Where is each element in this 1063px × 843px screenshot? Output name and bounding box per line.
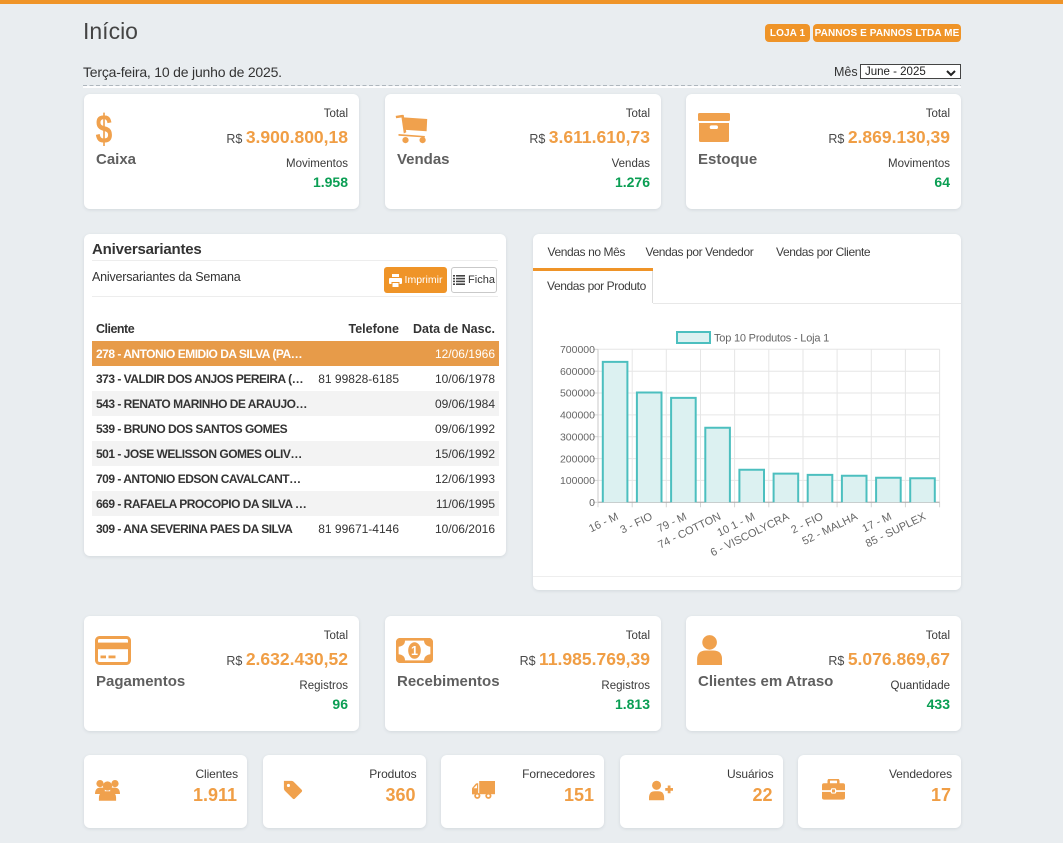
- svg-text:300000: 300000: [560, 431, 595, 443]
- svg-text:500000: 500000: [560, 388, 595, 400]
- svg-text:16 - M: 16 - M: [587, 511, 620, 535]
- svg-text:1: 1: [411, 644, 418, 658]
- svg-text:$: $: [96, 109, 113, 149]
- svg-text:3 - FIO: 3 - FIO: [618, 511, 654, 537]
- svg-text:400000: 400000: [560, 410, 595, 422]
- svg-text:200000: 200000: [560, 453, 595, 465]
- svg-text:600000: 600000: [560, 366, 595, 378]
- svg-text:100000: 100000: [560, 475, 595, 487]
- svg-text:Top 10 Produtos - Loja 1: Top 10 Produtos - Loja 1: [714, 333, 829, 345]
- svg-text:0: 0: [589, 497, 595, 509]
- svg-text:700000: 700000: [560, 344, 595, 356]
